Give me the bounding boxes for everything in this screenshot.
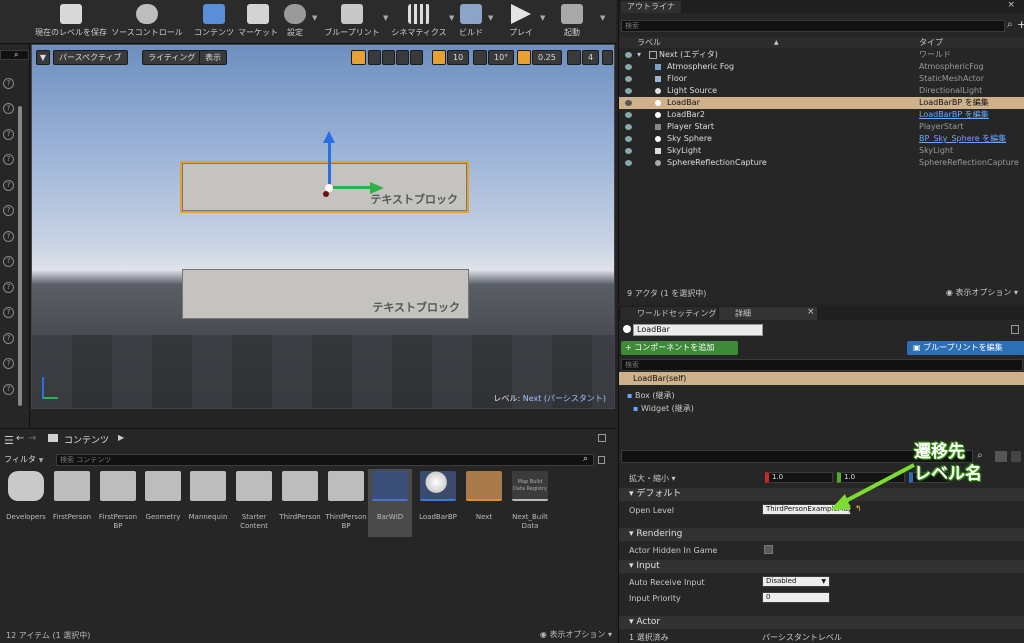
unreal-editor-window: 現在のレベルを保存 ソースコントロール コンテンツ マーケット 設定 ▼ ブルー… bbox=[0, 0, 1024, 643]
annotation-text: 遷移先 レベル名 bbox=[914, 442, 982, 484]
annotation-overlay bbox=[830, 463, 915, 510]
annotation-arrow-head-icon bbox=[830, 494, 851, 510]
annotation-arrow-line bbox=[839, 463, 915, 506]
